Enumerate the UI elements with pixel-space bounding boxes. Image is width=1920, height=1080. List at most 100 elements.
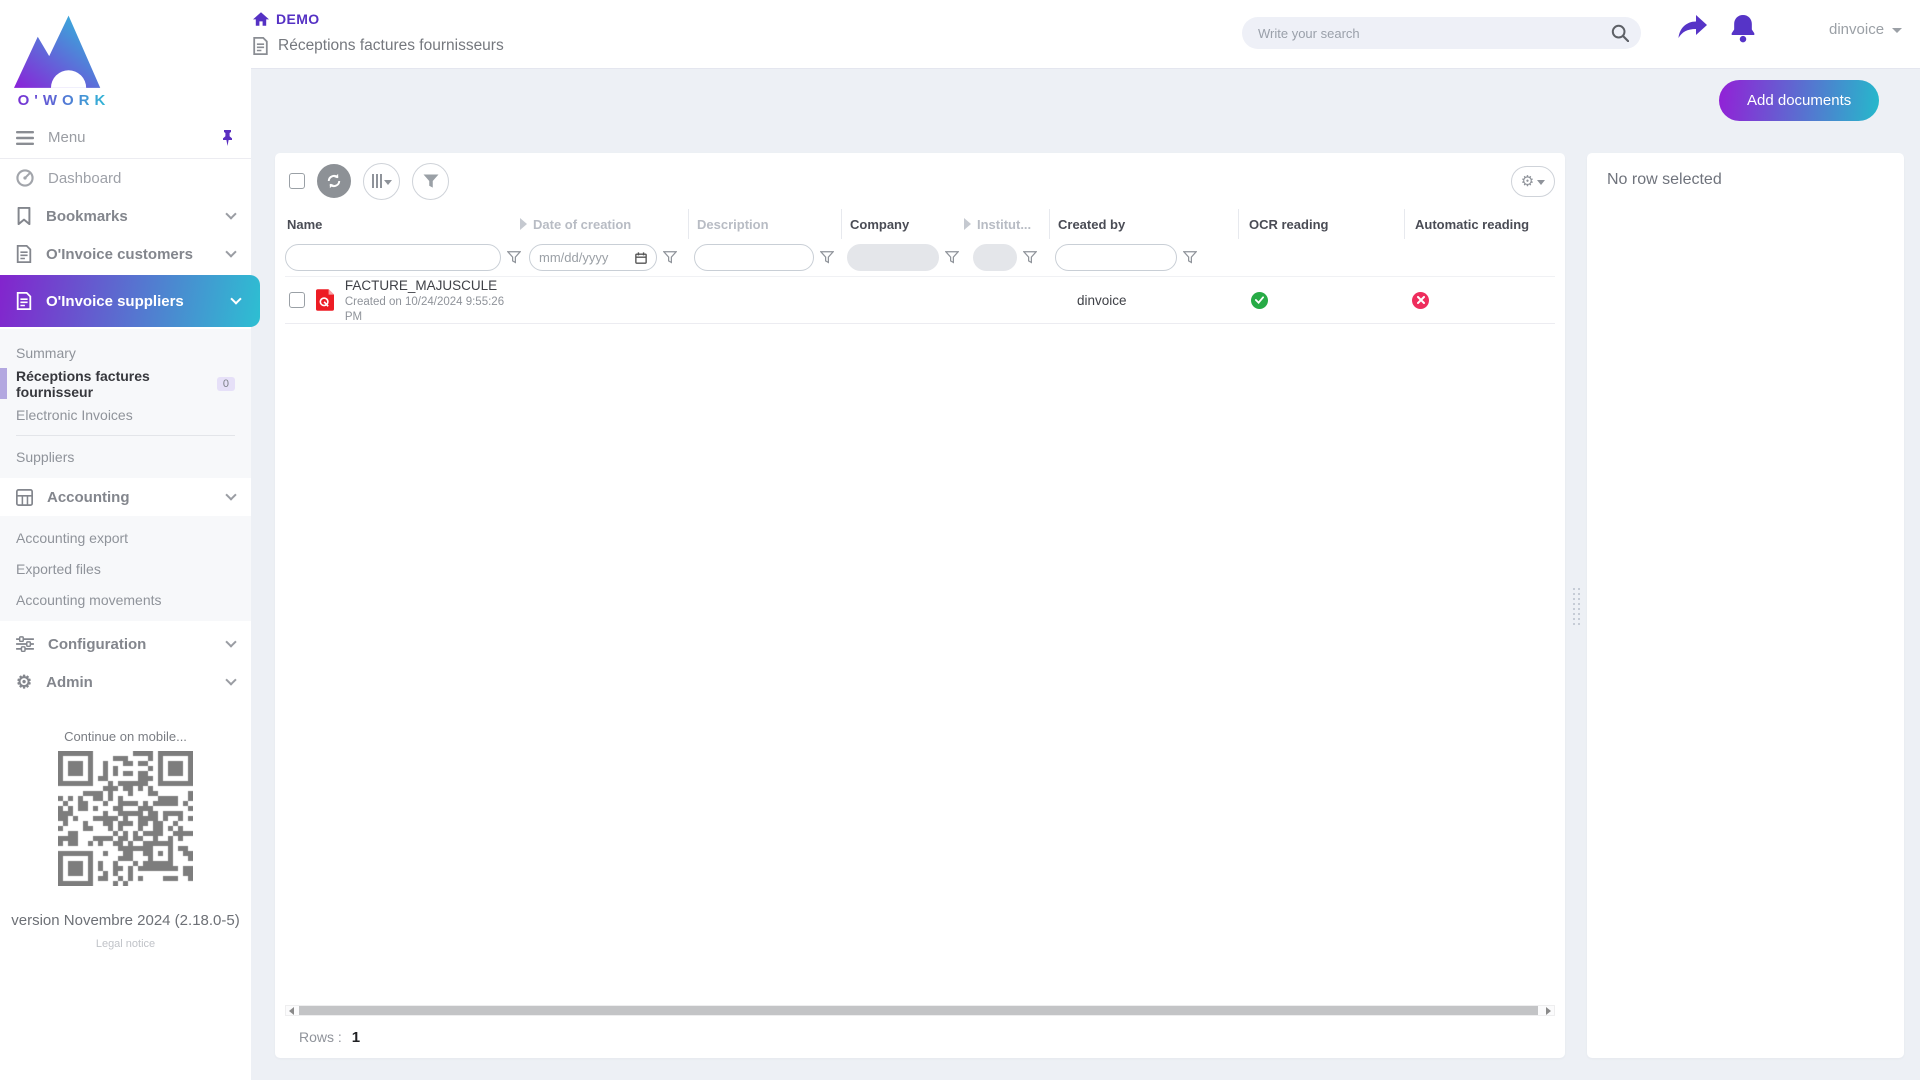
filter-funnel-icon[interactable] [945, 251, 959, 264]
submenu-label: Réceptions factures fournisseur [16, 368, 210, 400]
scroll-right-arrow-icon[interactable] [1546, 1007, 1551, 1015]
filter-funnel-icon[interactable] [1183, 251, 1197, 264]
submenu-item-summary[interactable]: Summary [0, 337, 251, 368]
filter-funnel-icon[interactable] [507, 251, 521, 264]
submenu-item-receptions-factures[interactable]: Réceptions factures fournisseur 0 [0, 368, 251, 399]
table-footer: Rows : 1 [285, 1016, 1555, 1058]
submenu-label: Suppliers [16, 449, 74, 465]
bookmark-icon [16, 207, 32, 225]
dashboard-gauge-icon [16, 169, 34, 187]
submenu-item-electronic-invoices[interactable]: Electronic Invoices [0, 399, 251, 430]
column-header-institution[interactable]: Institut... [967, 209, 1050, 239]
legal-notice-link[interactable]: Legal notice [0, 938, 251, 950]
submenu-item-accounting-movements[interactable]: Accounting movements [0, 584, 251, 615]
gear-icon: ⚙ [16, 673, 32, 691]
ocr-success-icon [1251, 292, 1268, 309]
search-icon[interactable] [1611, 24, 1629, 42]
filter-funnel-icon [423, 174, 439, 189]
description-filter-input[interactable] [694, 244, 814, 271]
document-icon [253, 37, 268, 55]
notifications-bell-icon[interactable] [1730, 15, 1756, 43]
document-created-on: Created on 10/24/2024 9:55:26 PM [345, 296, 504, 323]
details-panel: No row selected [1587, 153, 1904, 1058]
table-row[interactable]: FACTURE_MAJUSCULE Created on 10/24/2024 … [285, 277, 1555, 324]
page-title-row: Réceptions factures fournisseurs [253, 37, 504, 55]
sidebar-item-dashboard[interactable]: Dashboard [0, 159, 251, 197]
add-documents-button[interactable]: Add documents [1719, 80, 1879, 121]
created-by-filter-input[interactable] [1055, 244, 1177, 271]
breadcrumb-root: DEMO [276, 11, 320, 27]
sidebar-item-label: Configuration [48, 636, 146, 653]
sidebar-item-oinvoice-customers[interactable]: O'Invoice customers [0, 235, 251, 273]
column-header-automatic-reading[interactable]: Automatic reading [1405, 209, 1555, 239]
submenu-item-accounting-export[interactable]: Accounting export [0, 522, 251, 553]
automatic-reading-error-icon [1412, 292, 1429, 309]
row-checkbox[interactable] [289, 292, 305, 308]
main-content: Add documents ⚙ [251, 69, 1920, 1080]
submenu-label: Exported files [16, 561, 101, 577]
active-indicator-bar [0, 368, 7, 399]
chevron-down-icon [225, 489, 236, 500]
search-input[interactable] [1258, 26, 1611, 41]
sidebar-item-label: Accounting [47, 489, 130, 506]
row-ocr-reading-cell [1239, 292, 1405, 309]
sidebar-item-accounting[interactable]: Accounting [0, 478, 251, 516]
filter-institution [967, 244, 1050, 271]
scroll-left-arrow-icon[interactable] [289, 1007, 294, 1015]
column-header-created-by[interactable]: Created by [1050, 209, 1239, 239]
sidebar: O'WORK Menu Dashboard Bookmarks [0, 0, 251, 1080]
user-name: dinvoice [1829, 21, 1884, 38]
documents-table-card: ⚙ Name Date of creation Description Comp… [275, 153, 1565, 1058]
table-settings-button[interactable]: ⚙ [1511, 166, 1555, 197]
app-logo[interactable]: O'WORK [14, 10, 114, 109]
scrollbar-thumb[interactable] [299, 1006, 1538, 1015]
column-header-description[interactable]: Description [689, 209, 842, 239]
global-search [1242, 17, 1641, 49]
filter-description [689, 244, 842, 271]
date-filter-input[interactable]: mm/dd/yyyy [529, 244, 657, 271]
submenu-item-exported-files[interactable]: Exported files [0, 553, 251, 584]
name-filter-input[interactable] [285, 244, 501, 271]
accounting-submenu: Accounting export Exported files Account… [0, 516, 251, 621]
column-header-date-of-creation[interactable]: Date of creation [523, 209, 689, 239]
columns-button[interactable] [363, 163, 400, 200]
filter-funnel-icon[interactable] [1023, 251, 1037, 264]
column-header-ocr-reading[interactable]: OCR reading [1239, 209, 1405, 239]
no-row-selected-text: No row selected [1607, 171, 1884, 189]
submenu-item-suppliers[interactable]: Suppliers [0, 441, 251, 472]
filter-name [285, 244, 523, 271]
column-header-name[interactable]: Name [285, 209, 523, 239]
user-menu[interactable]: dinvoice [1829, 21, 1902, 38]
sliders-icon [16, 636, 34, 652]
calendar-icon [635, 252, 647, 264]
breadcrumb[interactable]: DEMO [253, 11, 320, 27]
submenu-label: Accounting movements [16, 592, 162, 608]
sidebar-item-bookmarks[interactable]: Bookmarks [0, 197, 251, 235]
invoice-file-icon [16, 245, 32, 263]
sidebar-item-label: Admin [46, 674, 93, 691]
row-automatic-reading-cell [1405, 292, 1555, 309]
sidebar-item-configuration[interactable]: Configuration [0, 625, 251, 663]
hamburger-icon[interactable] [16, 131, 34, 145]
select-all-checkbox[interactable] [289, 173, 305, 189]
sidebar-item-label: O'Invoice suppliers [46, 293, 184, 310]
top-bar: DEMO Réceptions factures fournisseurs di… [251, 0, 1920, 69]
sidebar-item-admin[interactable]: ⚙ Admin [0, 663, 251, 701]
horizontal-scrollbar[interactable] [285, 1005, 1555, 1016]
share-forward-icon[interactable] [1677, 15, 1707, 41]
menu-label: Menu [48, 129, 86, 146]
filter-date: mm/dd/yyyy [523, 244, 689, 271]
panel-resize-handle[interactable] [1573, 588, 1580, 625]
pin-sidebar-icon[interactable] [220, 130, 235, 146]
filter-funnel-icon[interactable] [820, 251, 834, 264]
submenu-label: Summary [16, 345, 76, 361]
filter-funnel-icon[interactable] [663, 251, 677, 264]
filter-button[interactable] [412, 163, 449, 200]
document-name: FACTURE_MAJUSCULE [345, 278, 497, 293]
table-header-row: Name Date of creation Description Compan… [285, 209, 1555, 239]
sidebar-item-oinvoice-suppliers-active[interactable]: O'Invoice suppliers [0, 275, 260, 327]
column-header-company[interactable]: Company [842, 209, 967, 239]
refresh-button[interactable] [317, 164, 351, 198]
mountain-logo-icon [14, 10, 102, 90]
caret-down-icon [384, 180, 392, 185]
